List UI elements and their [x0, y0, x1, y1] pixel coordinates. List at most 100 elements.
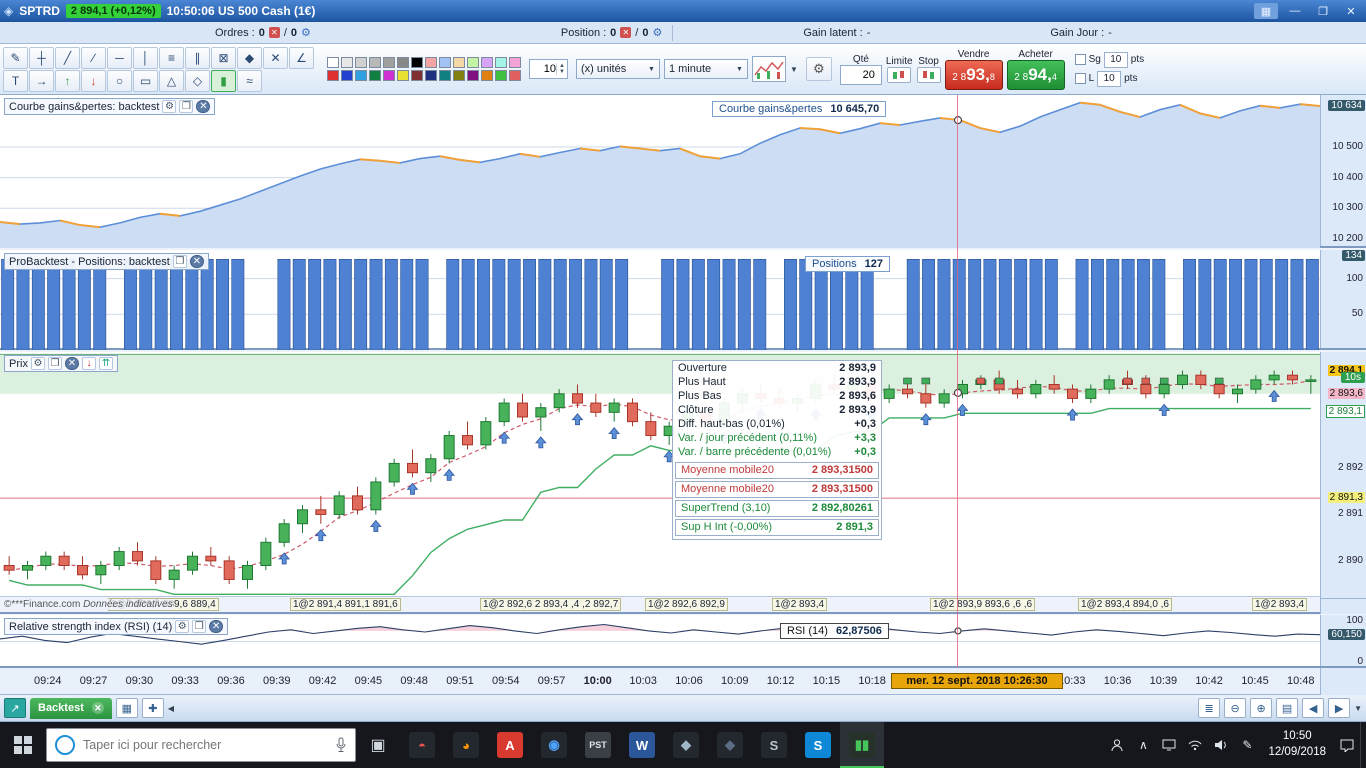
positions-scale[interactable]: 134 100 50: [1320, 250, 1366, 348]
taskbar-search[interactable]: [46, 728, 356, 762]
period-input[interactable]: [530, 63, 556, 75]
fibonacci-tool-icon[interactable]: ≡: [159, 46, 184, 69]
time-axis[interactable]: mer. 12 sept. 2018 10:26:30 09:24 09:27 09…: [0, 668, 1366, 695]
text-tool-icon[interactable]: T: [3, 69, 28, 92]
positions-badge[interactable]: Positions 127: [805, 256, 890, 272]
scroll-right-chart-icon[interactable]: ▶: [1328, 698, 1351, 718]
period-spinner[interactable]: ▲▼: [529, 59, 568, 79]
sg-checkbox[interactable]: [1074, 54, 1086, 65]
pen-icon[interactable]: ✎: [1234, 722, 1260, 768]
color-swatch[interactable]: [439, 70, 451, 81]
rsi-scale[interactable]: 100 60,150 0: [1320, 615, 1366, 667]
color-swatch[interactable]: [369, 70, 381, 81]
share-icon[interactable]: ↗: [4, 698, 26, 718]
zoom-in-icon[interactable]: ⊕: [1250, 698, 1273, 718]
orders-settings-icon[interactable]: ⚙: [301, 26, 311, 39]
taskbar-app-colorwheel[interactable]: ◓: [400, 722, 444, 768]
task-view-button[interactable]: ▣: [356, 722, 400, 768]
microphone-icon[interactable]: [335, 737, 347, 753]
arrow-right-tool-icon[interactable]: →: [29, 69, 54, 92]
gains-price-scale[interactable]: 10 634 10 500 10 400 10 300 10 200: [1320, 95, 1366, 246]
price-chart[interactable]: [0, 352, 1320, 598]
popout-icon[interactable]: ❐: [192, 620, 207, 633]
arrow-down-tool-icon[interactable]: ↓: [81, 69, 106, 92]
color-swatch[interactable]: [327, 57, 339, 68]
color-swatch[interactable]: [411, 57, 423, 68]
color-swatch[interactable]: [397, 57, 409, 68]
people-icon[interactable]: [1104, 722, 1130, 768]
color-swatch[interactable]: [383, 70, 395, 81]
color-swatch[interactable]: [509, 57, 521, 68]
arrow-up-tool-icon[interactable]: ↑: [55, 69, 80, 92]
color-swatch[interactable]: [355, 70, 367, 81]
measure-tool-icon[interactable]: ✎: [3, 46, 28, 69]
color-swatch[interactable]: [495, 70, 507, 81]
gains-badge[interactable]: Courbe gains&pertes 10 645,70: [712, 101, 887, 117]
color-swatch[interactable]: [355, 57, 367, 68]
cross-arrows-tool-icon[interactable]: ✕: [263, 46, 288, 69]
sell-button[interactable]: 2 8 93, 8: [944, 59, 1003, 90]
add-workspace-icon[interactable]: ✚: [141, 698, 164, 718]
close-button[interactable]: ✕: [1340, 3, 1362, 19]
wrench-icon[interactable]: ⚙: [30, 357, 45, 370]
l-checkbox[interactable]: [1074, 73, 1086, 84]
color-swatch[interactable]: [467, 57, 479, 68]
timeframe-select[interactable]: 1 minute ▼: [663, 59, 748, 79]
candlestick-chart-button-icon[interactable]: ▮: [211, 69, 236, 92]
limite-order-button[interactable]: [887, 66, 912, 83]
color-swatch[interactable]: [383, 57, 395, 68]
price-scale[interactable]: 2 894,1 10s 2 893,6 2 893,1 2 892 2 891,3 2 89…: [1320, 352, 1366, 598]
notification-icon[interactable]: [1334, 722, 1360, 768]
triangle-tool-icon[interactable]: △: [159, 69, 184, 92]
tab-close-icon[interactable]: ✕: [91, 702, 104, 714]
minimize-button[interactable]: —: [1284, 3, 1306, 19]
color-swatch[interactable]: [425, 70, 437, 81]
vertical-line-tool-icon[interactable]: │: [133, 46, 158, 69]
taskbar-app-circle-s[interactable]: S: [752, 722, 796, 768]
close-icon[interactable]: ✕: [189, 255, 204, 268]
download-icon[interactable]: ↓: [81, 357, 96, 370]
chart-window-icon[interactable]: ▤: [1276, 698, 1299, 718]
equity-chart[interactable]: [0, 95, 1320, 248]
units-select[interactable]: (x) unités ▼: [575, 59, 660, 79]
taskbar-app-trading[interactable]: ▮▮: [840, 722, 884, 768]
popout-icon[interactable]: ❐: [47, 357, 62, 370]
color-swatch[interactable]: [453, 57, 465, 68]
color-swatch[interactable]: [481, 70, 493, 81]
zoom-out-icon[interactable]: ⊖: [1224, 698, 1247, 718]
cancel-orders-icon[interactable]: ✕: [268, 27, 280, 38]
color-swatch[interactable]: [341, 57, 353, 68]
buy-button[interactable]: 2 8 94, 4: [1006, 59, 1065, 90]
chart-style-preview-button[interactable]: [751, 56, 786, 82]
chevron-up-icon[interactable]: ∧: [1130, 722, 1156, 768]
color-swatch[interactable]: [327, 70, 339, 81]
line-tool-icon[interactable]: ╱: [55, 46, 80, 69]
color-swatch[interactable]: [467, 70, 479, 81]
list-view-icon[interactable]: ≣: [1198, 698, 1221, 718]
qty-input[interactable]: [840, 68, 875, 81]
brush-tool-icon[interactable]: ◆: [237, 46, 262, 69]
color-swatch[interactable]: [453, 70, 465, 81]
line-chart-button-icon[interactable]: ≈: [237, 69, 262, 92]
color-swatch[interactable]: [369, 57, 381, 68]
taskbar-app-pst[interactable]: PST: [576, 722, 620, 768]
scroll-left-icon[interactable]: ◀: [168, 704, 174, 713]
angle-tool-icon[interactable]: ∠: [289, 46, 314, 69]
show-desktop-button[interactable]: [1360, 722, 1366, 768]
popout-icon[interactable]: ❐: [179, 100, 194, 113]
chart-style-caret-icon[interactable]: ▼: [790, 65, 798, 74]
close-position-icon[interactable]: ✕: [620, 27, 632, 38]
color-swatch[interactable]: [425, 57, 437, 68]
parallel-lines-tool-icon[interactable]: ∥: [185, 46, 210, 69]
chevron-down-icon[interactable]: ▼: [1354, 704, 1362, 713]
spinner-arrows-icon[interactable]: ▲ ▼: [556, 63, 567, 75]
sg-pts-box[interactable]: 10: [1103, 51, 1128, 68]
popout-icon[interactable]: ❐: [172, 255, 187, 268]
taskbar-app-word[interactable]: W: [620, 722, 664, 768]
workspace-grid-icon[interactable]: ▦: [1254, 3, 1278, 19]
color-swatch[interactable]: [341, 70, 353, 81]
wrench-icon[interactable]: ⚙: [162, 100, 177, 113]
restore-panels-icon[interactable]: ⇈: [98, 357, 113, 370]
segment-tool-icon[interactable]: ∕: [81, 46, 106, 69]
taskbar-app-diamond-dark[interactable]: ◆: [708, 722, 752, 768]
